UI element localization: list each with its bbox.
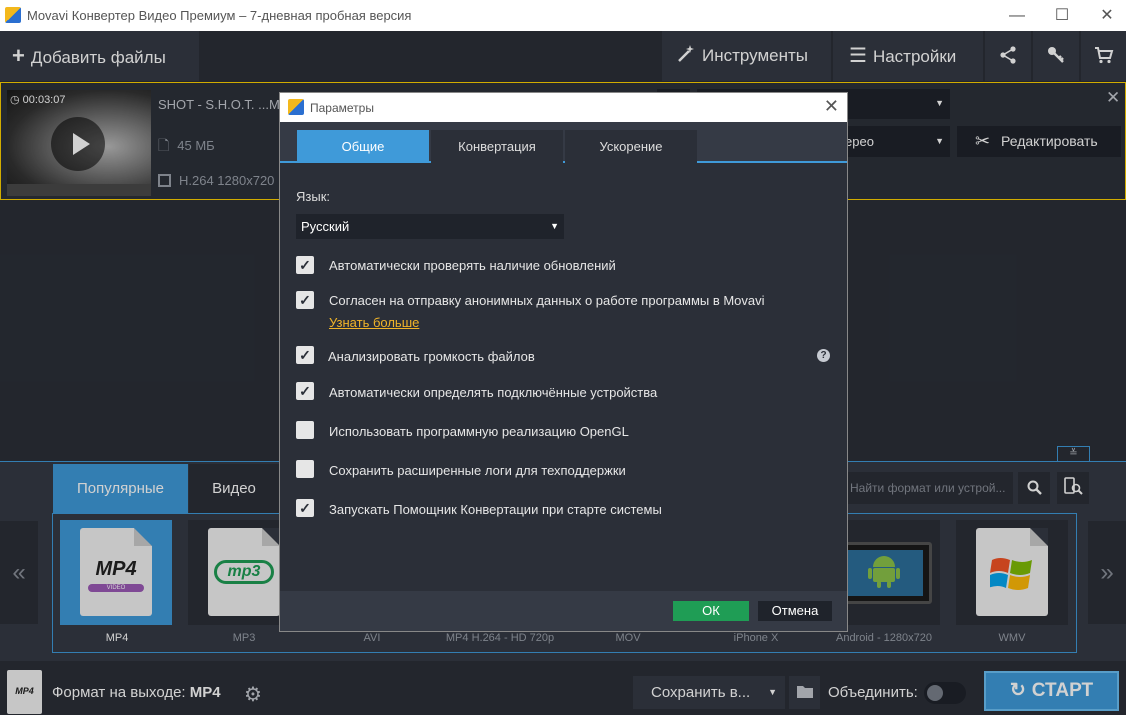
ok-button[interactable]: ОК [673, 601, 749, 621]
dialog-title: Параметры [310, 101, 374, 115]
option-auto-update-label: Автоматически проверять наличие обновлен… [329, 258, 616, 273]
close-button[interactable]: ✕ [1084, 0, 1126, 31]
dialog-close-icon[interactable]: ✕ [824, 96, 839, 117]
option-software-opengl-label: Использовать программную реализацию Open… [329, 424, 629, 439]
checkbox-detect-devices[interactable]: ✓ [296, 382, 314, 400]
tab-conversion[interactable]: Конвертация [431, 130, 563, 163]
option-analyze-volume-label: Анализировать громкость файлов [328, 349, 535, 364]
app-icon [5, 7, 21, 23]
tab-general[interactable]: Общие [297, 130, 429, 163]
option-anonymous-data-label: Согласен на отправку анонимных данных о … [329, 293, 765, 308]
checkbox-software-opengl[interactable] [296, 421, 314, 439]
checkbox-launch-assistant[interactable]: ✓ [296, 499, 314, 517]
window-title: Movavi Конвертер Видео Премиум – 7-дневн… [27, 8, 412, 23]
settings-dialog: Параметры ✕ Общие Конвертация Ускорение … [279, 92, 848, 632]
dialog-title-bar: Параметры ✕ [280, 93, 847, 122]
chevron-down-icon: ▼ [550, 221, 559, 231]
option-extended-logs-label: Сохранить расширенные логи для техподдер… [329, 463, 626, 478]
language-value: Русский [301, 219, 350, 234]
learn-more-link[interactable]: Узнать больше [329, 315, 419, 330]
checkbox-extended-logs[interactable] [296, 460, 314, 478]
tab-acceleration[interactable]: Ускорение [565, 130, 697, 163]
dialog-footer: ОК Отмена [280, 591, 847, 631]
checkbox-anonymous-data[interactable]: ✓ [296, 291, 314, 309]
language-select[interactable]: Русский ▼ [296, 214, 564, 239]
language-label: Язык: [296, 189, 330, 204]
minimize-button[interactable]: — [994, 0, 1040, 31]
title-bar: Movavi Конвертер Видео Премиум – 7-дневн… [0, 0, 1126, 31]
checkbox-auto-update[interactable]: ✓ [296, 256, 314, 274]
cancel-button[interactable]: Отмена [758, 601, 832, 621]
help-icon[interactable]: ? [817, 349, 830, 362]
checkbox-analyze-volume[interactable]: ✓ [296, 346, 314, 364]
app-icon [288, 99, 304, 115]
option-launch-assistant-label: Запускать Помощник Конвертации при старт… [329, 502, 662, 517]
dialog-tabs: Общие Конвертация Ускорение [280, 122, 847, 163]
option-detect-devices-label: Автоматически определять подключённые ус… [329, 385, 658, 400]
maximize-button[interactable]: ☐ [1039, 0, 1085, 31]
